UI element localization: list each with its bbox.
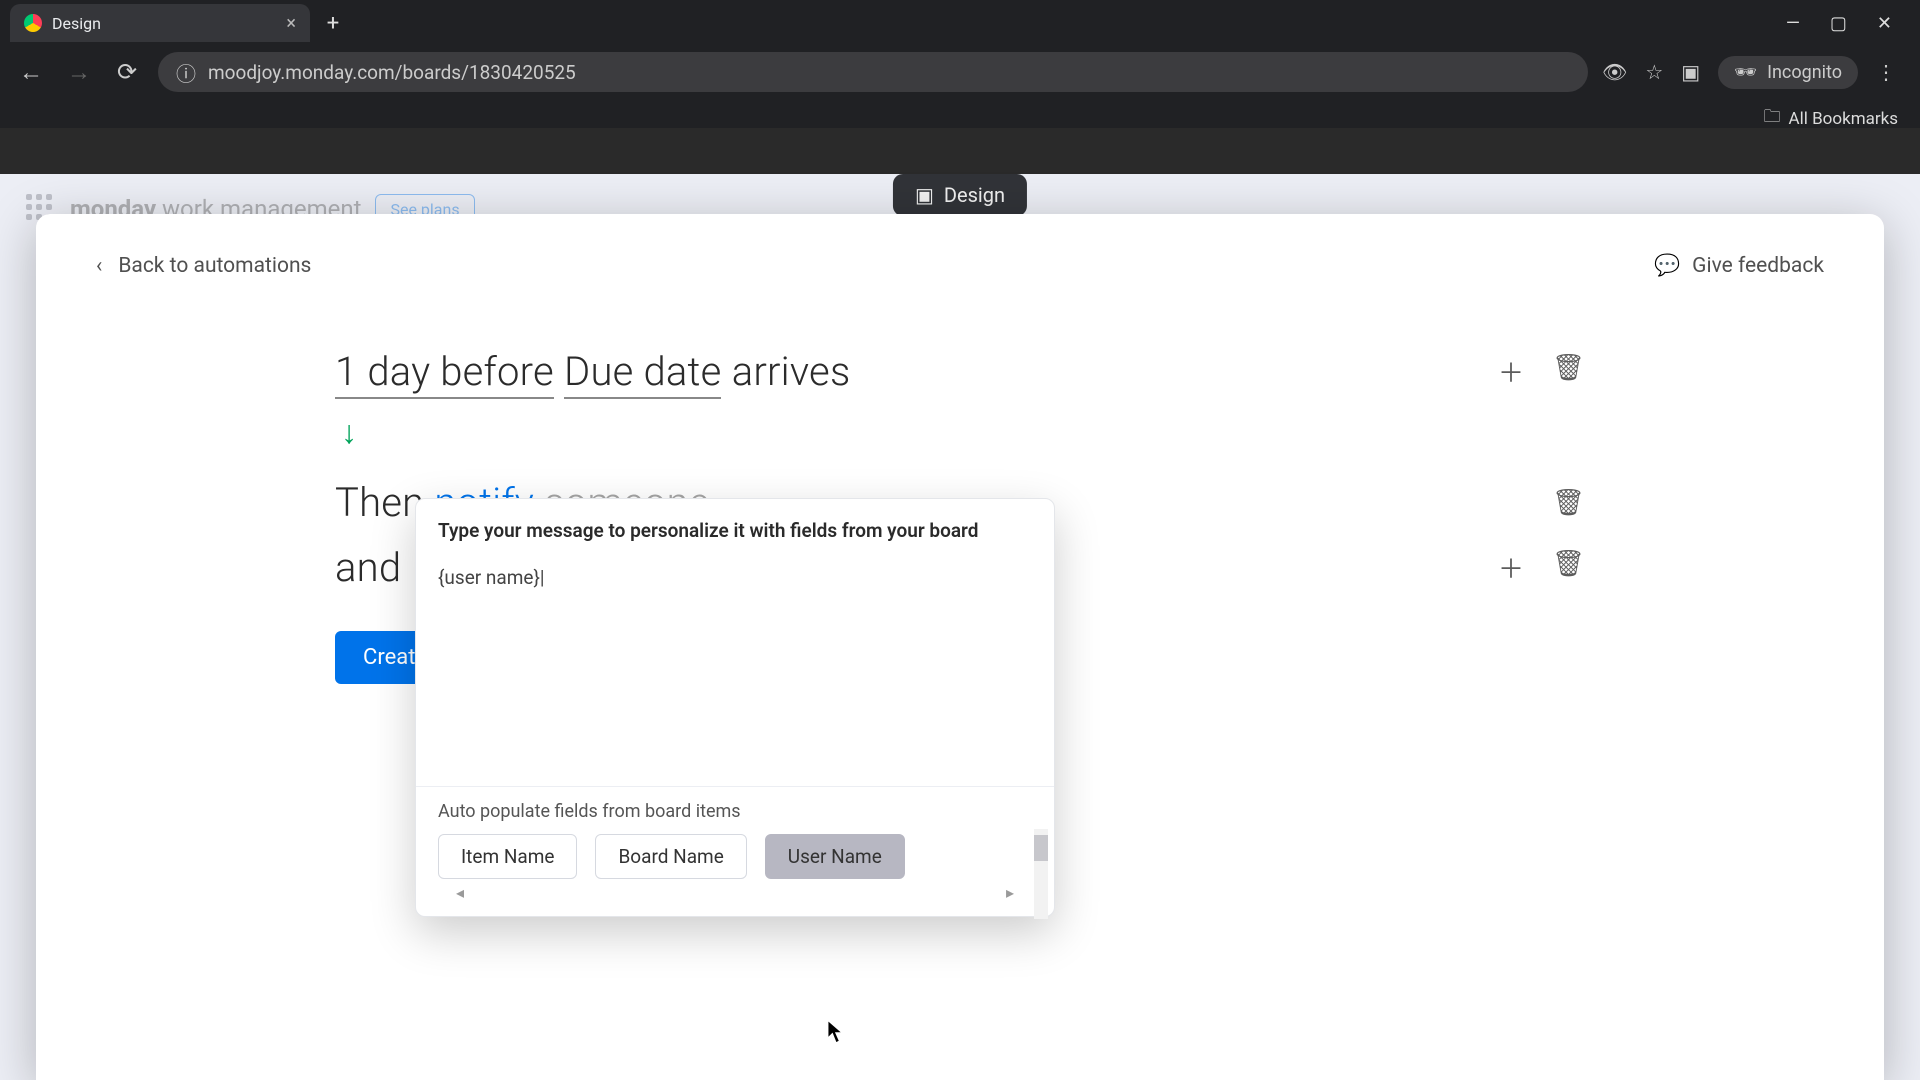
panel-icon[interactable]: ▣ bbox=[1681, 60, 1700, 84]
chip-board-name[interactable]: Board Name bbox=[595, 834, 746, 879]
feedback-label: Give feedback bbox=[1692, 254, 1824, 278]
trigger-row: 1 day before Due date arrives ＋ 🗑 bbox=[335, 348, 1585, 395]
trigger-field-token[interactable]: Due date bbox=[564, 348, 721, 399]
chip-user-name[interactable]: User Name bbox=[765, 834, 905, 879]
back-to-automations[interactable]: ‹ Back to automations bbox=[96, 254, 311, 278]
eye-off-icon[interactable]: 👁 bbox=[1602, 60, 1627, 84]
add-condition-icon[interactable]: ＋ bbox=[1498, 353, 1524, 390]
new-tab-button[interactable]: + bbox=[316, 6, 350, 40]
browser-tab[interactable]: Design × bbox=[10, 4, 310, 42]
notify-message-popover: Type your message to personalize it with… bbox=[415, 498, 1055, 917]
maximize-icon[interactable]: ▢ bbox=[1830, 13, 1847, 34]
all-bookmarks-button[interactable]: 🗀 All Bookmarks bbox=[1764, 104, 1898, 133]
folder-icon: 🗀 bbox=[1764, 104, 1781, 133]
star-icon[interactable]: ☆ bbox=[1645, 60, 1663, 84]
chip-item-name[interactable]: Item Name bbox=[438, 834, 577, 879]
window-close-icon[interactable]: ✕ bbox=[1877, 13, 1892, 34]
automation-modal: ‹ Back to automations 💬 Give feedback 1 … bbox=[36, 214, 1884, 1080]
delete-trigger-icon[interactable]: 🗑 bbox=[1552, 353, 1585, 390]
arrow-down-icon: ↓ bbox=[341, 413, 1585, 451]
popover-scrollbar[interactable] bbox=[1034, 829, 1048, 919]
back-icon[interactable]: ← bbox=[14, 55, 48, 89]
url-text: moodjoy.monday.com/boards/1830420525 bbox=[208, 61, 576, 84]
all-bookmarks-label: All Bookmarks bbox=[1789, 109, 1898, 129]
popover-title: Type your message to personalize it with… bbox=[416, 519, 1054, 556]
site-info-icon[interactable]: ⓘ bbox=[176, 58, 196, 87]
url-input[interactable]: ⓘ moodjoy.monday.com/boards/1830420525 bbox=[158, 52, 1588, 92]
add-action-icon[interactable]: ＋ bbox=[1498, 549, 1524, 586]
and-label: and bbox=[335, 544, 401, 591]
hscroll-left-icon[interactable]: ◂ bbox=[456, 883, 464, 902]
delete-action-icon[interactable]: 🗑 bbox=[1552, 488, 1585, 518]
incognito-chip[interactable]: 🕶 Incognito bbox=[1718, 56, 1858, 89]
autofill-label: Auto populate fields from board items bbox=[438, 801, 1032, 822]
hscroll-right-icon[interactable]: ▸ bbox=[1006, 883, 1014, 902]
chevron-left-icon: ‹ bbox=[96, 254, 102, 278]
minimize-icon[interactable]: — bbox=[1786, 13, 1800, 34]
trigger-time-token[interactable]: 1 day before bbox=[335, 348, 554, 399]
give-feedback-button[interactable]: 💬 Give feedback bbox=[1654, 254, 1824, 278]
rules-container: 1 day before Due date arrives ＋ 🗑 ↓ Then… bbox=[335, 348, 1585, 684]
tab-favicon bbox=[24, 14, 42, 32]
delete-and-icon[interactable]: 🗑 bbox=[1552, 549, 1585, 586]
incognito-icon: 🕶 bbox=[1734, 62, 1757, 83]
chat-icon: 💬 bbox=[1654, 254, 1680, 278]
tab-bar: Design × + — ▢ ✕ bbox=[0, 0, 1920, 46]
reload-icon[interactable]: ⟳ bbox=[110, 55, 144, 89]
message-editor[interactable]: {user name}| bbox=[416, 556, 1054, 786]
address-bar: ← → ⟳ ⓘ moodjoy.monday.com/boards/183042… bbox=[0, 46, 1920, 98]
incognito-label: Incognito bbox=[1767, 62, 1842, 83]
back-label: Back to automations bbox=[118, 254, 311, 278]
tab-title: Design bbox=[52, 14, 101, 33]
close-icon[interactable]: × bbox=[286, 13, 296, 34]
trigger-tail: arrives bbox=[732, 348, 851, 395]
forward-icon: → bbox=[62, 55, 96, 89]
kebab-icon[interactable]: ⋮ bbox=[1876, 60, 1896, 84]
